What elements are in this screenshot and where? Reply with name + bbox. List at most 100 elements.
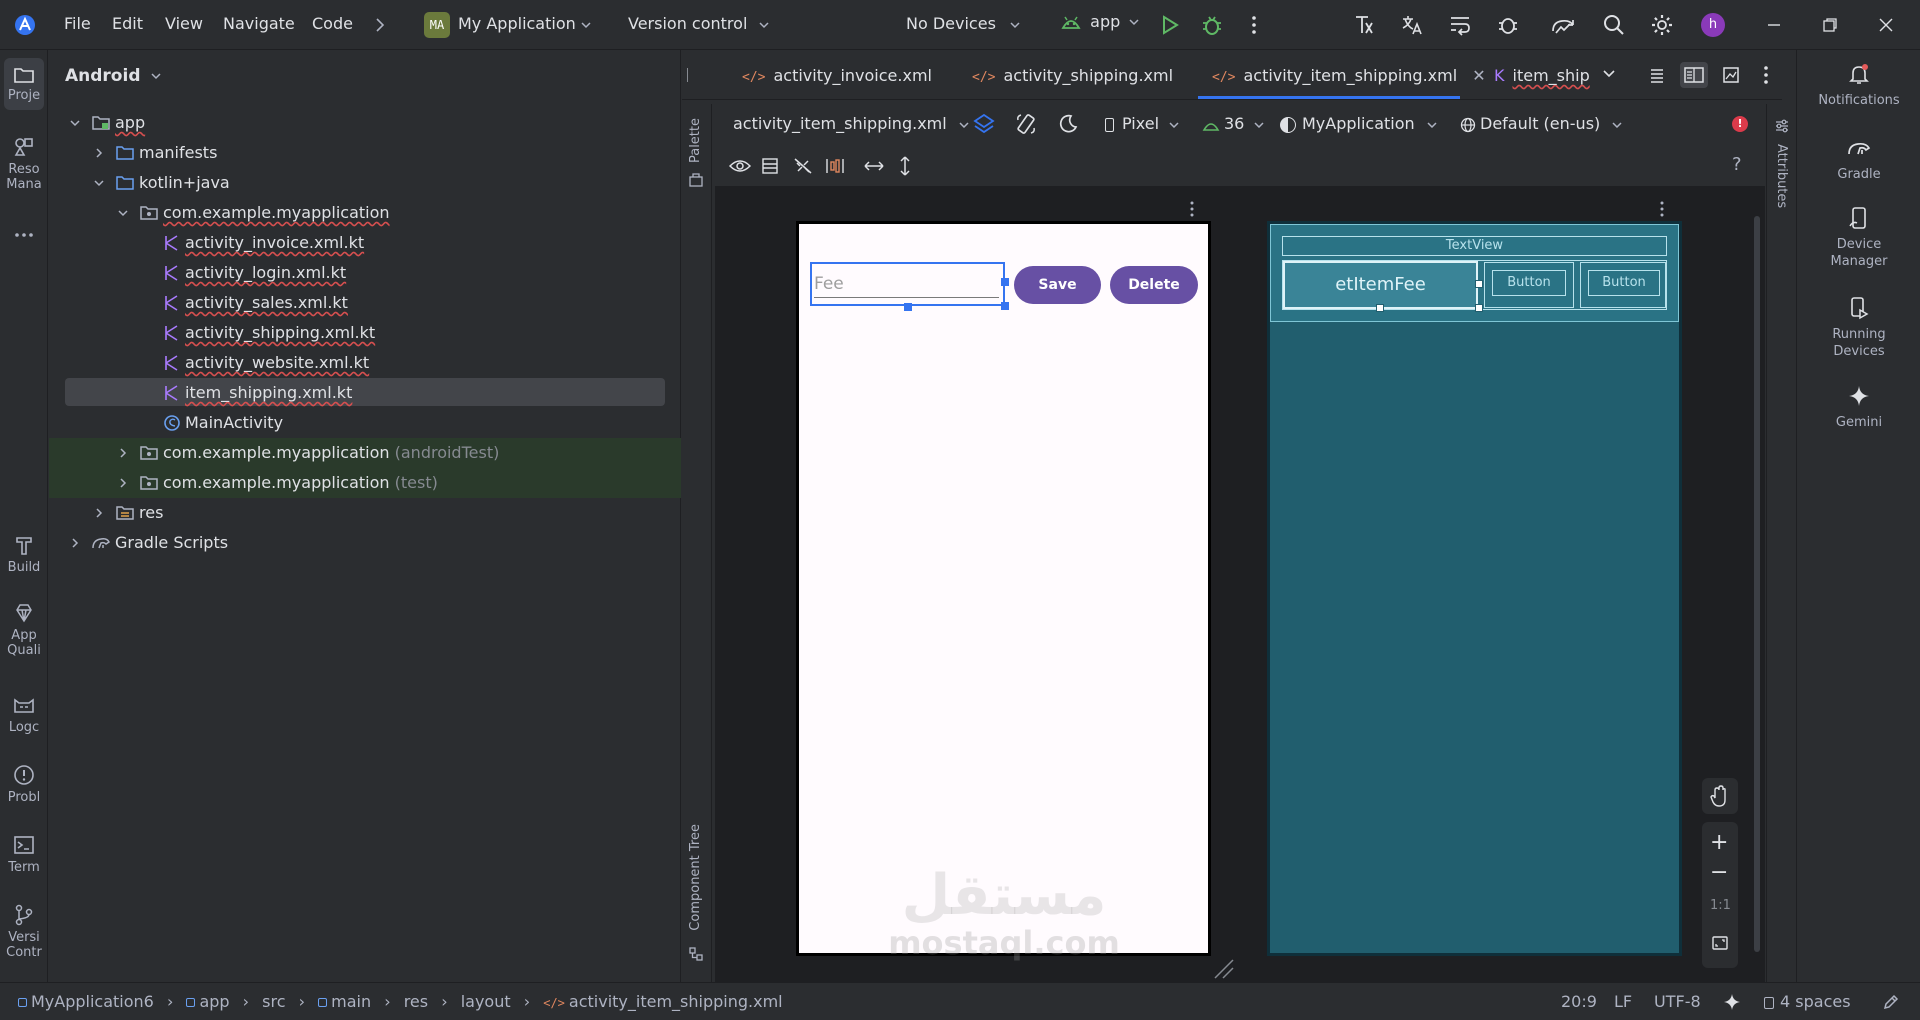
more-actions-icon[interactable]: [1242, 13, 1266, 37]
preview-menu-icon[interactable]: [1189, 200, 1195, 218]
crumb-project[interactable]: MyApplication6: [31, 992, 154, 1011]
crumb-app[interactable]: app: [199, 992, 229, 1011]
tree-item-manifests[interactable]: manifests: [49, 138, 681, 168]
vertical-resize-icon[interactable]: [897, 155, 913, 177]
tool-notifications[interactable]: Notifications: [1797, 62, 1920, 109]
crumb-layout[interactable]: layout: [461, 992, 511, 1011]
chevron-expanded-icon[interactable]: [117, 207, 129, 219]
layout-file-selector[interactable]: activity_item_shipping.xml: [733, 114, 970, 133]
resize-handle[interactable]: [1001, 302, 1009, 310]
tree-item-file[interactable]: activity_sales.xml.kt: [49, 288, 681, 318]
chevron-expanded-icon[interactable]: [69, 117, 81, 129]
blueprint-menu-icon[interactable]: [1659, 200, 1665, 218]
orientation-icon[interactable]: [1014, 112, 1038, 136]
delete-button[interactable]: Delete: [1110, 266, 1198, 304]
crumb-res[interactable]: res: [404, 992, 428, 1011]
tree-item-android-test[interactable]: com.example.myapplication (androidTest): [49, 438, 681, 468]
horizontal-resize-icon[interactable]: [863, 158, 885, 174]
file-encoding[interactable]: UTF-8: [1654, 992, 1701, 1011]
build-variants-icon[interactable]: [1352, 13, 1376, 37]
chevron-collapsed-icon[interactable]: [69, 537, 81, 549]
code-view-icon[interactable]: [1648, 66, 1666, 84]
window-restore-icon[interactable]: [1818, 13, 1842, 37]
ai-assist-icon[interactable]: [1722, 992, 1742, 1012]
tool-terminal[interactable]: Term: [0, 834, 48, 875]
design-preview-phone[interactable]: Fee Save Delete مستقل mostaql.com: [796, 221, 1211, 962]
chevron-expanded-icon[interactable]: [93, 177, 105, 189]
tab-more-icon[interactable]: [1762, 64, 1770, 86]
user-avatar[interactable]: h: [1701, 13, 1725, 37]
zoom-actual-size[interactable]: 1:1: [1710, 898, 1731, 913]
menu-view[interactable]: View: [165, 14, 203, 33]
canvas-resize-handle-icon[interactable]: [1211, 956, 1235, 980]
night-mode-icon[interactable]: [1056, 112, 1080, 136]
component-tree-toggle[interactable]: Component Tree: [688, 824, 703, 931]
tool-gradle[interactable]: Gradle: [1797, 136, 1920, 183]
palette-toggle[interactable]: Palette: [688, 118, 703, 163]
chevron-collapsed-icon[interactable]: [117, 447, 129, 459]
more-tools-icon[interactable]: [0, 230, 48, 244]
project-view-selector[interactable]: Android: [65, 66, 162, 86]
crumb-main[interactable]: main: [331, 992, 371, 1011]
run-icon[interactable]: [1158, 13, 1182, 37]
blueprint-et-item-fee[interactable]: etItemFee: [1283, 261, 1478, 309]
version-control-selector[interactable]: Version control: [628, 14, 770, 33]
chevron-collapsed-icon[interactable]: [117, 477, 129, 489]
tool-build[interactable]: Build: [0, 534, 48, 575]
disable-autoconnect-icon[interactable]: [793, 157, 813, 175]
zoom-out-icon[interactable]: −: [1710, 860, 1728, 885]
tool-device-manager[interactable]: Device Manager: [1797, 206, 1920, 270]
tabs-overflow-chevron-icon[interactable]: [1602, 68, 1616, 80]
error-indicator-icon[interactable]: !: [1732, 116, 1748, 132]
tree-item-package[interactable]: com.example.myapplication: [49, 198, 681, 228]
api-level-selector[interactable]: 36: [1202, 114, 1265, 133]
tree-item-unit-test[interactable]: com.example.myapplication (test): [49, 468, 681, 498]
settings-gear-icon[interactable]: [1650, 13, 1674, 37]
tool-logcat[interactable]: Logc: [0, 694, 48, 735]
caret-position[interactable]: 20:9: [1561, 992, 1597, 1011]
blueprint-resize-handle[interactable]: [1475, 304, 1483, 312]
device-selector[interactable]: No Devices: [906, 14, 1021, 33]
help-icon[interactable]: ?: [1732, 154, 1742, 175]
project-selector[interactable]: MA My Application: [410, 6, 600, 44]
resize-handle[interactable]: [904, 303, 912, 311]
window-minimize-icon[interactable]: [1762, 13, 1786, 37]
blueprint-save-button[interactable]: Button: [1492, 270, 1566, 296]
canvas-vertical-scrollbar[interactable]: [1754, 216, 1760, 952]
tool-gemini[interactable]: Gemini: [1797, 384, 1920, 431]
tool-version-control[interactable]: Versi Contr: [0, 904, 48, 960]
line-separator[interactable]: LF: [1614, 992, 1632, 1011]
design-surface-icon[interactable]: [972, 112, 996, 136]
tree-item-file[interactable]: activity_website.xml.kt: [49, 348, 681, 378]
tool-app-quality[interactable]: App Quali: [0, 602, 48, 658]
run-config-selector[interactable]: app: [1060, 12, 1140, 38]
fee-edittext-selection[interactable]: Fee: [810, 262, 1005, 306]
design-view-icon[interactable]: [1722, 66, 1740, 84]
tree-item-main-activity[interactable]: MainActivity: [49, 408, 681, 438]
tab-activity-shipping[interactable]: </> activity_shipping.xml: [972, 50, 1173, 100]
blueprint-textview[interactable]: TextView: [1282, 236, 1667, 256]
menu-navigate[interactable]: Navigate: [223, 14, 295, 33]
menu-edit[interactable]: Edit: [112, 14, 143, 33]
attributes-toggle[interactable]: Attributes: [1774, 144, 1789, 208]
crumb-file[interactable]: activity_item_shipping.xml: [569, 992, 783, 1011]
menu-file[interactable]: File: [64, 14, 91, 33]
tree-item-file[interactable]: activity_invoice.xml.kt: [49, 228, 681, 258]
chevron-collapsed-icon[interactable]: [93, 507, 105, 519]
save-button[interactable]: Save: [1014, 266, 1101, 304]
blueprint-phone[interactable]: TextView etItemFee Button Button: [1267, 221, 1682, 956]
tool-running-devices[interactable]: Running Devices: [1797, 296, 1920, 360]
indent-settings[interactable]: 4 spaces: [1764, 992, 1851, 1011]
sync-gradle-icon[interactable]: [1550, 13, 1574, 37]
menu-more-chevron-icon[interactable]: [374, 16, 386, 34]
window-close-icon[interactable]: [1874, 13, 1898, 37]
tab-close-icon[interactable]: ✕: [1472, 66, 1485, 85]
menu-code[interactable]: Code: [312, 14, 353, 33]
debug-icon[interactable]: [1200, 13, 1224, 37]
align-icon[interactable]: [825, 157, 845, 175]
layout-margins-icon[interactable]: [761, 157, 779, 175]
tree-item-file-selected[interactable]: item_shipping.xml.kt: [49, 378, 681, 408]
theme-selector[interactable]: MyApplication: [1280, 114, 1438, 133]
blueprint-resize-handle[interactable]: [1475, 280, 1483, 288]
tool-resource-manager[interactable]: Reso Mana: [0, 136, 48, 192]
